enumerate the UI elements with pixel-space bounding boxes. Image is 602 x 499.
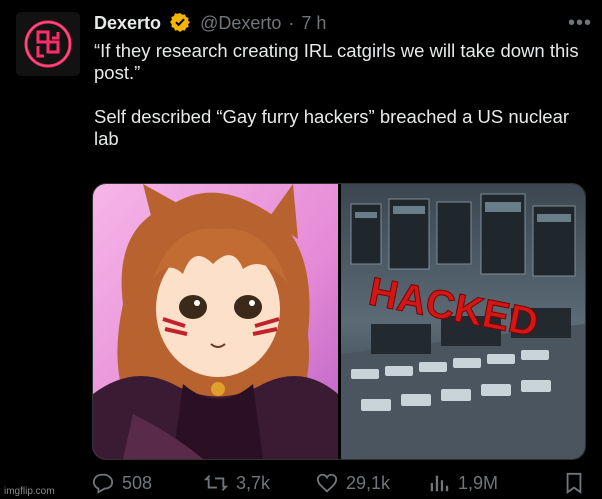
reply-count: 508: [122, 472, 153, 493]
tweet-actions: 508 3,7k 29,1k 1,9M: [92, 469, 584, 497]
author-name[interactable]: Dexerto: [94, 13, 161, 33]
reply-button[interactable]: 508: [92, 472, 204, 494]
control-room-image[interactable]: HACKED: [341, 184, 585, 459]
tweet-headline-line: Self described “Gay furry hackers” breac…: [94, 106, 570, 149]
tweet-header: Dexerto @Dexerto · 7 h: [94, 12, 582, 34]
dexerto-logo-icon: [16, 12, 80, 76]
more-options-icon[interactable]: •••: [568, 12, 592, 35]
views-count: 1,9M: [458, 472, 499, 493]
retweet-count: 3,7k: [236, 472, 271, 493]
tweet-quote-line: “If they research creating IRL catgirls …: [94, 40, 579, 83]
avatar[interactable]: [16, 12, 80, 76]
bookmark-icon: [566, 472, 582, 494]
tweet-time[interactable]: 7 h: [301, 13, 326, 33]
verified-badge-icon: [170, 12, 191, 37]
like-count: 29,1k: [346, 472, 391, 493]
imgflip-watermark: imgflip.com: [4, 486, 55, 497]
like-button[interactable]: 29,1k: [316, 472, 428, 494]
author-handle[interactable]: @Dexerto: [200, 13, 281, 33]
views-chart-icon: [430, 475, 449, 492]
tweet-text: “If they research creating IRL catgirls …: [94, 40, 584, 150]
retweet-icon: [204, 475, 228, 491]
heart-icon: [316, 473, 338, 493]
time-separator: ·: [288, 13, 295, 33]
retweet-button[interactable]: 3,7k: [204, 472, 316, 494]
anime-catgirl-image[interactable]: [93, 184, 341, 459]
reply-icon: [92, 473, 114, 494]
tweet-media[interactable]: HACKED: [92, 183, 586, 460]
views-button[interactable]: 1,9M: [428, 472, 546, 494]
bookmark-button[interactable]: [564, 472, 584, 494]
